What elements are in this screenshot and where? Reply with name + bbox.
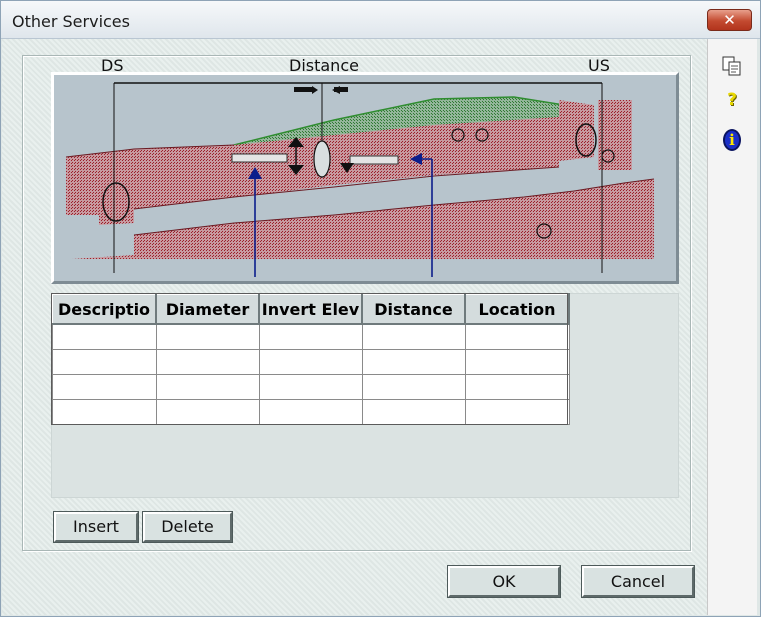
side-toolbar [707, 39, 757, 615]
window-title: Other Services [12, 12, 130, 31]
table-cell[interactable] [464, 323, 570, 350]
delete-button[interactable]: Delete [142, 511, 233, 543]
cancel-button[interactable]: Cancel [581, 565, 695, 598]
column-header-location[interactable]: Location [464, 293, 570, 325]
column-header-diameter[interactable]: Diameter [155, 293, 260, 325]
close-icon: ✕ [723, 11, 736, 29]
table-cell[interactable] [155, 398, 260, 425]
table-row[interactable] [51, 398, 570, 425]
table-cell[interactable] [361, 398, 466, 425]
table-cell[interactable] [464, 348, 570, 375]
table-cell[interactable] [258, 323, 363, 350]
close-button[interactable]: ✕ [707, 9, 752, 31]
column-header-description[interactable]: Descriptio [51, 293, 157, 325]
table-row[interactable] [51, 323, 570, 350]
table-cell[interactable] [258, 348, 363, 375]
diagram-label-ds-text: DS [101, 56, 124, 75]
column-header-invert-elev[interactable]: Invert Elev [258, 293, 363, 325]
table-cell[interactable] [51, 398, 157, 425]
table-cell[interactable] [258, 373, 363, 400]
title-bar[interactable]: Other Services ✕ [1, 1, 760, 39]
table-cell[interactable] [51, 348, 157, 375]
table-cell[interactable] [464, 373, 570, 400]
table-cell[interactable] [51, 373, 157, 400]
table-cell[interactable] [361, 348, 466, 375]
table-cell[interactable] [361, 373, 466, 400]
help-icon[interactable]: ? [720, 88, 744, 112]
table-cell[interactable] [464, 398, 570, 425]
help-glyph: ? [727, 90, 737, 110]
diagram-label-distance: Distance [289, 56, 359, 75]
services-table[interactable]: Descriptio Diameter Invert Elev Distance… [51, 293, 570, 425]
services-diagram [51, 72, 679, 284]
table-cell[interactable] [155, 323, 260, 350]
table-cell[interactable] [155, 373, 260, 400]
table-row[interactable] [51, 373, 570, 400]
column-header-distance[interactable]: Distance [361, 293, 466, 325]
table-cell[interactable] [51, 323, 157, 350]
info-icon[interactable]: i [720, 128, 744, 152]
info-glyph: i [723, 129, 741, 151]
copy-icon[interactable] [720, 54, 744, 78]
table-row[interactable] [51, 348, 570, 375]
table-cell[interactable] [361, 323, 466, 350]
table-cell[interactable] [258, 398, 363, 425]
ok-button[interactable]: OK [447, 565, 561, 598]
table-cell[interactable] [155, 348, 260, 375]
diagram-label-us: US [588, 56, 610, 75]
insert-button[interactable]: Insert [53, 511, 139, 543]
